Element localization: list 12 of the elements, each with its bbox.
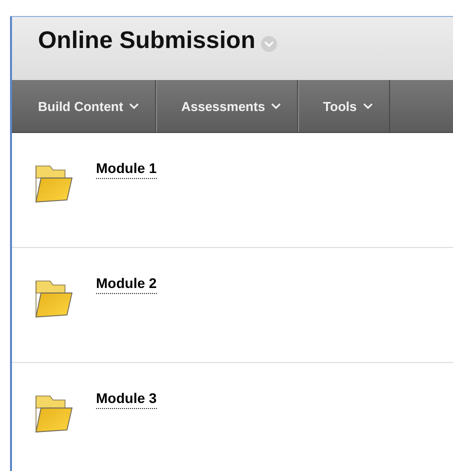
options-button[interactable] — [261, 36, 278, 52]
chevron-down-icon — [271, 103, 282, 109]
menu-button[interactable]: Assessments — [156, 80, 298, 132]
chevron-down-icon — [129, 103, 140, 109]
page-title: Online Submission — [38, 27, 256, 55]
module-link[interactable]: Module 2 — [96, 275, 157, 294]
chevron-down-icon — [362, 103, 373, 109]
module-link[interactable]: Module 1 — [96, 160, 157, 179]
module-link[interactable]: Module 3 — [96, 390, 157, 409]
chevron-down-icon — [264, 41, 274, 47]
menu-button[interactable]: Build Content — [12, 80, 156, 132]
menu-button[interactable]: Tools — [298, 80, 390, 132]
